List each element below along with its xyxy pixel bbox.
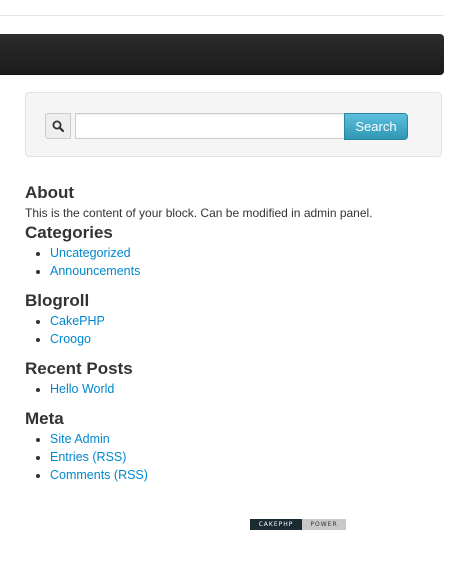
categories-block: Categories Uncategorized Announcements xyxy=(25,222,445,280)
blogroll-block: Blogroll CakePHP Croogo xyxy=(25,290,445,348)
recent-posts-title: Recent Posts xyxy=(25,359,133,378)
list-item: CakePHP xyxy=(50,312,445,330)
cakephp-power-badge[interactable]: CAKEPHP POWER xyxy=(250,519,346,530)
meta-link-entries-rss[interactable]: Entries (RSS) xyxy=(50,450,126,464)
recent-posts-block: Recent Posts Hello World xyxy=(25,358,445,398)
post-link-hello-world[interactable]: Hello World xyxy=(50,382,114,396)
meta-title: Meta xyxy=(25,409,64,428)
categories-list: Uncategorized Announcements xyxy=(25,244,445,280)
meta-link-comments-rss[interactable]: Comments (RSS) xyxy=(50,468,148,482)
blogroll-link-cakephp[interactable]: CakePHP xyxy=(50,314,105,328)
blogroll-title: Blogroll xyxy=(25,291,90,310)
top-divider xyxy=(0,15,444,16)
meta-link-site-admin[interactable]: Site Admin xyxy=(50,432,110,446)
sidebar: About This is the content of your block.… xyxy=(25,182,445,484)
meta-block: Meta Site Admin Entries (RSS) Comments (… xyxy=(25,408,445,484)
about-body: This is the content of your block. Can b… xyxy=(25,206,373,220)
meta-list: Site Admin Entries (RSS) Comments (RSS) xyxy=(25,430,445,484)
blogroll-link-croogo[interactable]: Croogo xyxy=(50,332,91,346)
list-item: Entries (RSS) xyxy=(50,448,445,466)
category-link-announcements[interactable]: Announcements xyxy=(50,264,140,278)
search-icon xyxy=(45,113,71,139)
list-item: Announcements xyxy=(50,262,445,280)
list-item: Comments (RSS) xyxy=(50,466,445,484)
about-title: About xyxy=(25,183,75,202)
list-item: Uncategorized xyxy=(50,244,445,262)
search-block: Search xyxy=(25,92,442,157)
list-item: Hello World xyxy=(50,380,445,398)
categories-title: Categories xyxy=(25,223,113,242)
navbar xyxy=(0,34,444,75)
about-block: About This is the content of your block.… xyxy=(25,182,445,222)
search-input[interactable] xyxy=(75,113,345,139)
category-link-uncategorized[interactable]: Uncategorized xyxy=(50,246,131,260)
blogroll-list: CakePHP Croogo xyxy=(25,312,445,348)
search-button[interactable]: Search xyxy=(344,113,408,140)
badge-left-text: CAKEPHP xyxy=(250,519,302,530)
badge-right-text: POWER xyxy=(302,519,346,530)
list-item: Croogo xyxy=(50,330,445,348)
list-item: Site Admin xyxy=(50,430,445,448)
recent-posts-list: Hello World xyxy=(25,380,445,398)
